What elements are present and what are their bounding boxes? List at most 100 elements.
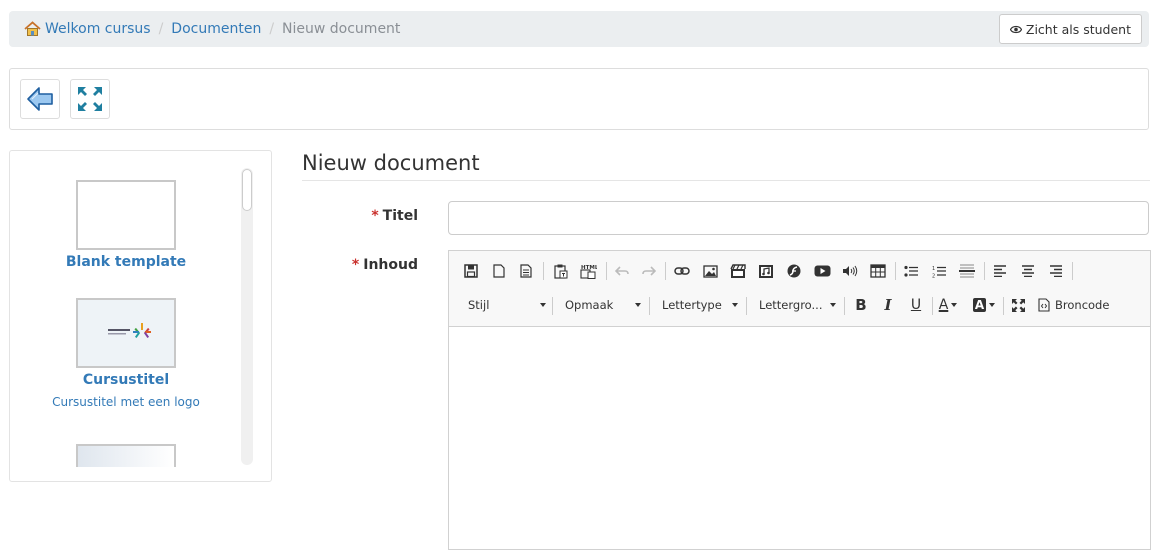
template-item-partial[interactable] <box>10 444 242 467</box>
title-label: * Titel <box>300 208 418 224</box>
rich-text-editor: HTML 1 2 Stijl Opmaak Lettertype Letterg… <box>448 250 1151 550</box>
back-button[interactable] <box>20 79 60 119</box>
source-button[interactable]: Broncode <box>1038 294 1113 316</box>
chevron-down-icon <box>635 303 641 307</box>
toolbar-separator <box>606 262 607 280</box>
paste-html-icon[interactable]: HTML <box>577 260 599 282</box>
video-icon[interactable] <box>727 260 749 282</box>
source-button-label: Broncode <box>1055 298 1110 312</box>
font-size-dropdown-label: Lettergro... <box>759 298 823 312</box>
toolbar-separator <box>932 297 933 315</box>
toolbar-separator <box>649 297 650 315</box>
text-color-button[interactable]: A <box>936 294 960 316</box>
action-toolbar <box>9 68 1149 130</box>
eye-icon <box>1009 25 1022 33</box>
format-dropdown[interactable]: Opmaak <box>565 295 641 315</box>
page-title: Nieuw document <box>302 151 480 175</box>
save-icon[interactable] <box>460 260 482 282</box>
format-dropdown-label: Opmaak <box>565 298 614 312</box>
link-icon[interactable] <box>671 260 693 282</box>
breadcrumb: Welkom cursus / Documenten / Nieuw docum… <box>9 11 1149 47</box>
template-panel: Blank template Cursustitel Cursustitel m… <box>9 150 272 482</box>
underline-button[interactable]: U <box>905 294 927 316</box>
template-title[interactable]: Blank template <box>10 254 242 270</box>
toolbar-separator <box>543 262 544 280</box>
align-right-icon[interactable] <box>1045 260 1067 282</box>
template-blank[interactable]: Blank template <box>10 180 242 270</box>
breadcrumb-current: Nieuw document <box>282 21 401 37</box>
template-course-title[interactable]: Cursustitel Cursustitel met een logo <box>10 298 242 409</box>
new-page-icon[interactable] <box>488 260 510 282</box>
bold-button[interactable]: B <box>850 294 872 316</box>
chevron-down-icon <box>830 303 836 307</box>
text-color-label: A <box>938 297 949 313</box>
style-dropdown-label: Stijl <box>468 298 490 312</box>
content-label: * Inhoud <box>300 257 418 273</box>
flash-icon[interactable] <box>783 260 805 282</box>
template-description: Cursustitel met een logo <box>52 395 200 409</box>
breadcrumb-separator: / <box>158 21 164 37</box>
chevron-down-icon <box>732 303 738 307</box>
svg-text:2: 2 <box>932 273 935 278</box>
template-list: Blank template Cursustitel Cursustitel m… <box>10 151 242 467</box>
template-scrollbar[interactable] <box>241 168 253 465</box>
document-template-icon[interactable] <box>515 260 537 282</box>
fullscreen-icon <box>78 87 102 111</box>
youtube-icon[interactable] <box>811 260 833 282</box>
toolbar-separator <box>895 262 896 280</box>
title-label-text: Titel <box>382 208 418 224</box>
content-label-text: Inhoud <box>363 257 418 273</box>
bulleted-list-icon[interactable] <box>900 260 922 282</box>
student-view-label: Zicht als student <box>1025 21 1131 37</box>
breadcrumb-link-course[interactable]: Welkom cursus <box>45 21 151 37</box>
template-thumbnail-blank[interactable] <box>76 180 176 250</box>
title-input[interactable] <box>448 201 1149 235</box>
font-dropdown-label: Lettertype <box>662 298 722 312</box>
chevron-down-icon <box>989 303 996 307</box>
required-marker: * <box>371 208 379 224</box>
redo-icon[interactable] <box>638 260 660 282</box>
toolbar-separator <box>1003 297 1004 315</box>
breadcrumb-separator: / <box>269 21 275 37</box>
template-scrollbar-thumb[interactable] <box>242 169 252 211</box>
breadcrumb-link-documents[interactable]: Documenten <box>171 21 261 37</box>
svg-text:1: 1 <box>932 266 935 272</box>
toolbar-separator <box>665 262 666 280</box>
align-center-icon[interactable] <box>1017 260 1039 282</box>
source-code-icon <box>1038 298 1050 312</box>
font-dropdown[interactable]: Lettertype <box>662 295 738 315</box>
italic-button[interactable]: I <box>877 294 899 316</box>
audio-file-icon[interactable] <box>755 260 777 282</box>
divider <box>302 180 1150 181</box>
maximize-icon[interactable] <box>1007 294 1029 316</box>
undo-icon[interactable] <box>611 260 633 282</box>
style-dropdown[interactable]: Stijl <box>468 295 546 315</box>
template-thumbnail[interactable] <box>76 444 176 467</box>
horizontal-line-icon[interactable] <box>956 260 978 282</box>
table-icon[interactable] <box>867 260 889 282</box>
chevron-down-icon <box>951 303 958 307</box>
audio-icon[interactable] <box>839 260 861 282</box>
toolbar-separator <box>984 262 985 280</box>
editor-content-area[interactable] <box>449 327 1150 549</box>
chevron-down-icon <box>540 303 546 307</box>
template-thumbnail-course-title[interactable] <box>76 298 176 368</box>
toolbar-separator <box>552 297 553 315</box>
paste-text-icon[interactable] <box>550 260 572 282</box>
template-title[interactable]: Cursustitel <box>10 372 242 388</box>
editor-toolbar: HTML 1 2 Stijl Opmaak Lettertype Letterg… <box>449 251 1150 327</box>
home-icon[interactable] <box>24 21 41 37</box>
logo-thumbnail-image <box>108 323 151 338</box>
numbered-list-icon[interactable]: 12 <box>928 260 950 282</box>
required-marker: * <box>351 257 360 273</box>
toolbar-separator <box>1072 262 1073 280</box>
toolbar-separator <box>844 297 845 315</box>
student-view-button[interactable]: Zicht als student <box>998 14 1142 44</box>
background-color-label: A <box>972 298 987 312</box>
background-color-button[interactable]: A <box>972 294 996 316</box>
fullscreen-button[interactable] <box>70 79 110 119</box>
align-left-icon[interactable] <box>989 260 1011 282</box>
font-size-dropdown[interactable]: Lettergro... <box>759 295 836 315</box>
image-icon[interactable] <box>699 260 721 282</box>
toolbar-separator <box>746 297 747 315</box>
